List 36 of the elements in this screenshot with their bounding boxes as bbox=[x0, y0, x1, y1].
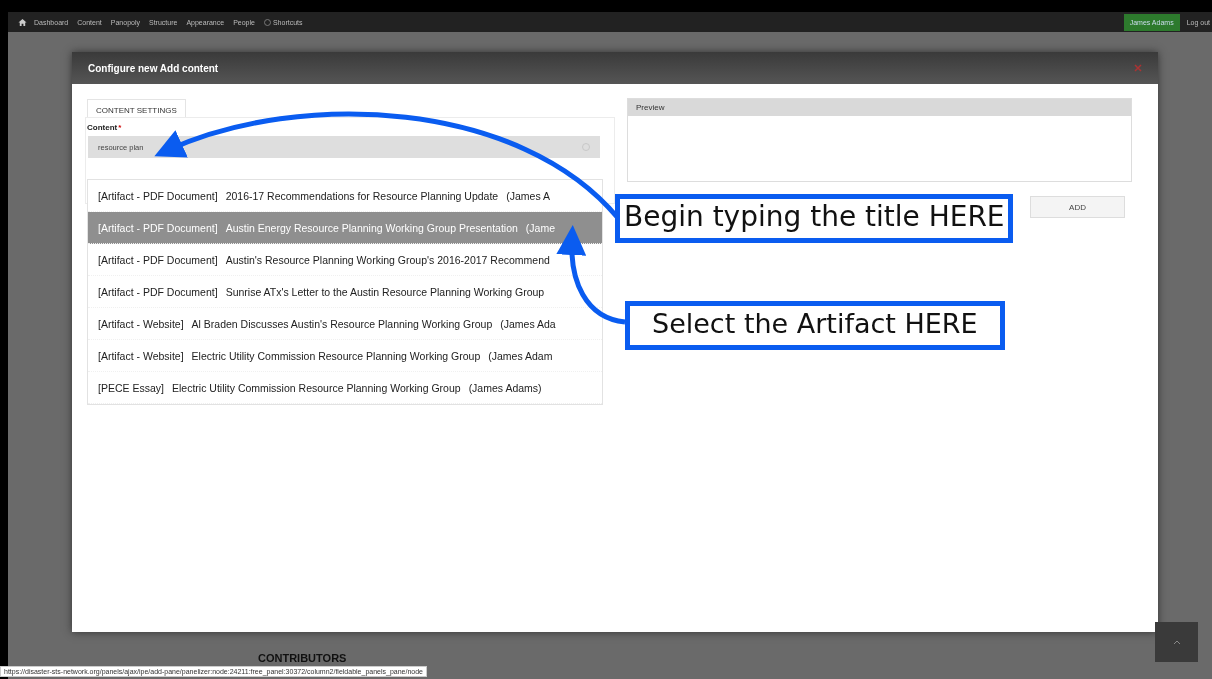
content-type: [Artifact - PDF Document] bbox=[98, 189, 218, 202]
callout-label: Select the Artifact HERE bbox=[625, 301, 1005, 350]
content-author: (Jame bbox=[525, 221, 556, 234]
home-icon[interactable] bbox=[18, 17, 27, 27]
content-author: (James Ada bbox=[500, 317, 556, 330]
content-type: [Artifact - PDF Document] bbox=[98, 221, 218, 234]
content-author: (James Adams) bbox=[468, 381, 542, 394]
content-title: Sunrise ATx's Letter to the Austin Resource Planning Working Group bbox=[225, 285, 545, 298]
content-title: Electric Utility Commission Resource Planning Working Group bbox=[191, 349, 481, 362]
content-author: (James Adam bbox=[488, 349, 553, 362]
required-mark: * bbox=[118, 123, 122, 132]
chevron-up-icon bbox=[1172, 639, 1181, 645]
content-type: [Artifact - PDF Document] bbox=[98, 253, 218, 266]
add-button[interactable]: ADD bbox=[1030, 196, 1125, 218]
content-title: 2016-17 Recommendations for Resource Planning Update bbox=[225, 189, 499, 202]
content-title: Electric Utility Commission Resource Planning Working Group bbox=[171, 381, 461, 394]
suggestion-option[interactable]: [Artifact - PDF Document] Austin's Resource Planning Working Group's 2016-2017 Recommend bbox=[88, 244, 602, 276]
suggestion-option[interactable]: [PECE Essay] Electric Utility Commission Resource Planning Working Group (James Adams) bbox=[88, 372, 602, 404]
content-title: Austin's Resource Planning Working Group's 2016-2017 Recommend bbox=[225, 253, 550, 266]
settings-tab[interactable]: CONTENT SETTINGS bbox=[87, 99, 186, 118]
content-type: [Artifact - Website] bbox=[98, 317, 184, 330]
suggestion-option[interactable]: [Artifact - Website] Electric Utility Commission Resource Planning Working Group (James Adam bbox=[88, 340, 602, 372]
content-title: Austin Energy Resource Planning Working Group Presentation bbox=[225, 221, 518, 234]
content-title: Al Braden Discusses Austin's Resource Planning Working Group bbox=[191, 317, 493, 330]
suggestion-option[interactable]: [Artifact - Website] Al Braden Discusses Austin's Resource Planning Working Group (James Ada bbox=[88, 308, 602, 340]
callout-label: Begin typing the title HERE bbox=[615, 194, 1013, 243]
preview-header: Preview bbox=[628, 99, 1131, 116]
content-author: (James A bbox=[506, 189, 550, 202]
content-type: [Artifact - PDF Document] bbox=[98, 285, 218, 298]
content-type: [Artifact - Website] bbox=[98, 349, 184, 362]
content-type: [PECE Essay] bbox=[98, 381, 164, 394]
modal-title: Configure new Add content bbox=[88, 62, 219, 74]
suggestion-option[interactable]: [Artifact - PDF Document] Sunrise ATx's Letter to the Austin Resource Planning Working Group bbox=[88, 276, 602, 308]
close-icon[interactable] bbox=[1134, 64, 1142, 72]
section-heading: CONTRIBUTORS bbox=[258, 653, 347, 664]
field-label: Content bbox=[87, 123, 118, 132]
